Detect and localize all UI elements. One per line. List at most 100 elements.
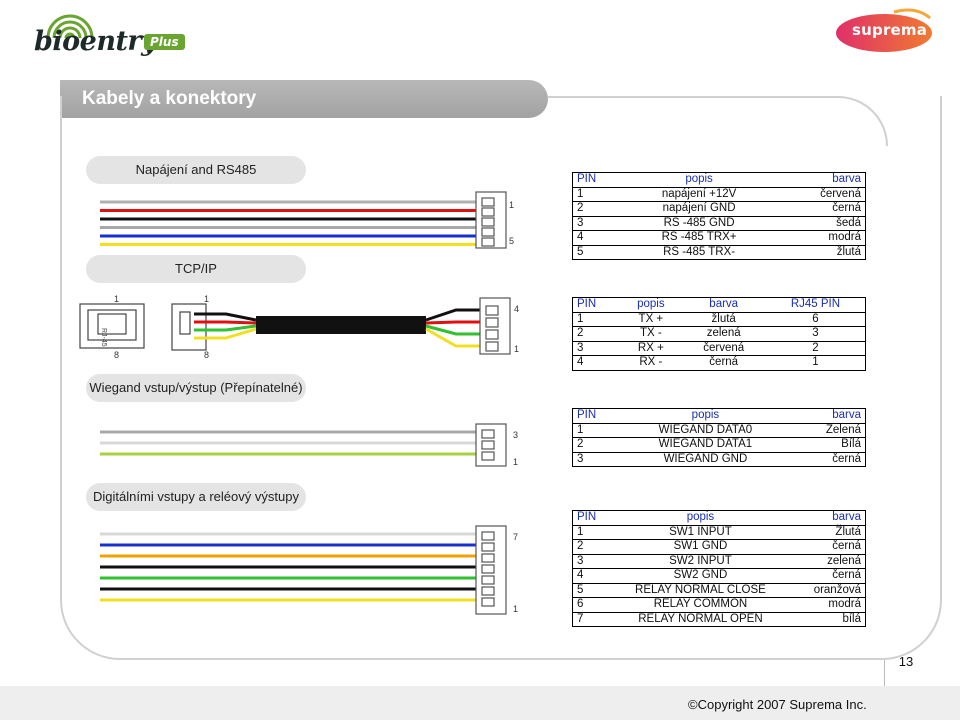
wire-line bbox=[425, 327, 480, 348]
suprema-logo: suprema bbox=[834, 8, 934, 54]
table-cell: žlutá bbox=[681, 311, 766, 327]
table-header-cell: barva bbox=[791, 510, 866, 526]
digital-pin-label-first: 7 bbox=[513, 532, 518, 542]
table-cell: RS -485 TRX+ bbox=[623, 230, 775, 246]
table-cell: 3 bbox=[765, 326, 866, 342]
page-number: 13 bbox=[898, 654, 914, 669]
table-cell: RX - bbox=[620, 355, 682, 371]
table-cell: černá bbox=[774, 201, 866, 217]
wiegand-pin-label-last: 1 bbox=[513, 457, 518, 467]
table-row: 5 RS -485 TRX-žlutá bbox=[572, 244, 866, 260]
rj45-pin-1-label: 1 bbox=[114, 294, 119, 304]
tcp-wires-right bbox=[425, 308, 480, 348]
tcp-connector bbox=[479, 297, 511, 355]
table-cell: RELAY NORMAL CLOSE bbox=[608, 582, 792, 598]
table-cell: SW1 GND bbox=[608, 539, 792, 555]
table-cell: 6 bbox=[765, 311, 866, 327]
table-cell: černá bbox=[791, 539, 866, 555]
table-cell: WIEGAND DATA0 bbox=[619, 422, 792, 438]
table-cell: WIEGAND DATA1 bbox=[619, 437, 792, 453]
table-cell: Zelená bbox=[791, 422, 866, 438]
table-cell: 2 bbox=[572, 326, 621, 342]
table-cell: 3 bbox=[572, 215, 624, 231]
table-cell: 1 bbox=[765, 355, 866, 371]
digital-pin-table: PIN popis barva 1 SW1 INPUT Žlutá 2 SW1 GND čern… bbox=[572, 510, 866, 627]
table-header-row: PIN popis barva bbox=[572, 408, 866, 424]
table-cell: TX - bbox=[620, 326, 682, 342]
copyright-label: Copyright 2007 Suprema Inc. bbox=[697, 697, 867, 712]
table-cell: WIEGAND GND bbox=[619, 451, 792, 467]
table-cell: RS -485 TRX- bbox=[623, 244, 775, 260]
tcp-cable-sheath bbox=[256, 316, 426, 334]
section-tcp-ip: TCP/IP bbox=[86, 255, 306, 283]
table-row: 1 SW1 INPUT Žlutá bbox=[572, 524, 866, 540]
table-cell: 5 bbox=[572, 244, 624, 260]
table-header-cell: barva bbox=[791, 408, 866, 424]
table-cell: modrá bbox=[774, 230, 866, 246]
table-row: 2 WIEGAND DATA1 Bílá bbox=[572, 437, 866, 453]
table-cell: 2 bbox=[572, 201, 624, 217]
section-wiegand: Wiegand vstup/výstup (Přepínatelné) bbox=[86, 374, 306, 402]
table-cell: modrá bbox=[791, 597, 866, 613]
table-cell: zelená bbox=[791, 553, 866, 569]
table-cell: TX + bbox=[620, 311, 682, 327]
table-cell: 6 bbox=[572, 597, 609, 613]
wire-line bbox=[425, 308, 480, 322]
table-header-cell: popis bbox=[620, 297, 682, 313]
tcp-cable-diagram: RJ-45 1 8 1 8 4 1 bbox=[79, 294, 519, 360]
table-cell: černá bbox=[791, 451, 866, 467]
table-cell: SW1 INPUT bbox=[608, 524, 792, 540]
table-row: 7 RELAY NORMAL OPEN bílá bbox=[572, 611, 866, 627]
bioentry-wordmark: bioentry bbox=[34, 26, 157, 57]
table-cell: 2 bbox=[765, 340, 866, 356]
wiegand-pin-label-first: 3 bbox=[513, 430, 518, 440]
table-cell: bílá bbox=[791, 611, 866, 627]
wire-line bbox=[425, 320, 480, 325]
power-cable-diagram: 1 5 bbox=[100, 191, 514, 249]
table-cell: RELAY NORMAL OPEN bbox=[608, 611, 792, 627]
wiegand-cable-diagram: 3 1 bbox=[100, 423, 518, 467]
table-cell: napájení +12V bbox=[623, 186, 775, 202]
table-row: 3 SW2 INPUT zelená bbox=[572, 553, 866, 569]
table-cell: RX + bbox=[620, 340, 682, 356]
table-cell: červená bbox=[681, 340, 766, 356]
section-digital-io: Digitálními vstupy a reléový výstupy bbox=[86, 483, 306, 511]
table-header-cell: barva bbox=[681, 297, 766, 313]
plug-pin-1-label: 1 bbox=[204, 294, 209, 304]
power-pin-table: PIN popis barva 1 napájení +12V červená 2 napáj… bbox=[572, 172, 866, 260]
table-row: 2 napájení GND černá bbox=[572, 201, 866, 217]
table-row: 2 TX - zelená 3 bbox=[572, 326, 866, 342]
table-cell: Žlutá bbox=[791, 524, 866, 540]
table-row: 3 WIEGAND GND černá bbox=[572, 451, 866, 467]
table-header-cell: RJ45 PIN bbox=[765, 297, 866, 313]
table-cell: RELAY COMMON bbox=[608, 597, 792, 613]
rj45-plug-icon bbox=[171, 303, 207, 351]
table-cell: SW2 INPUT bbox=[608, 553, 792, 569]
rj45-jack-icon bbox=[79, 303, 145, 349]
wiegand-connector bbox=[475, 423, 507, 467]
table-cell: 3 bbox=[572, 553, 609, 569]
plug-pin-8-label: 8 bbox=[204, 350, 209, 360]
table-cell: žlutá bbox=[774, 244, 866, 260]
plus-badge: Plus bbox=[144, 34, 185, 50]
table-row: 1 napájení +12V červená bbox=[572, 186, 866, 202]
section-power-rs485: Napájení and RS485 bbox=[86, 156, 306, 184]
table-row: 4 RS -485 TRX+ modrá bbox=[572, 230, 866, 246]
power-connector bbox=[475, 191, 507, 249]
table-cell: 1 bbox=[572, 422, 620, 438]
tcp-pin-table: PIN popis barva RJ45 PIN 1 TX + žlutá 6 2 TX - zel… bbox=[572, 297, 866, 371]
table-row: 1 TX + žlutá 6 bbox=[572, 311, 866, 327]
table-row: 3 RS -485 GND šedá bbox=[572, 215, 866, 231]
table-cell: 5 bbox=[572, 582, 609, 598]
rj45-text: RJ-45 bbox=[100, 328, 107, 347]
table-cell: RS -485 GND bbox=[623, 215, 775, 231]
power-pin-label-first: 1 bbox=[509, 200, 514, 210]
digital-connector bbox=[475, 525, 507, 615]
tcp-pin-label-last: 1 bbox=[514, 344, 519, 354]
table-cell: 1 bbox=[572, 524, 609, 540]
digital-cable-diagram: 7 1 bbox=[100, 525, 518, 615]
table-header-row: PIN popis barva bbox=[572, 172, 866, 188]
table-row: 4 SW2 GND černá bbox=[572, 568, 866, 584]
table-cell: 2 bbox=[572, 539, 609, 555]
table-row: 6 RELAY COMMON modrá bbox=[572, 597, 866, 613]
